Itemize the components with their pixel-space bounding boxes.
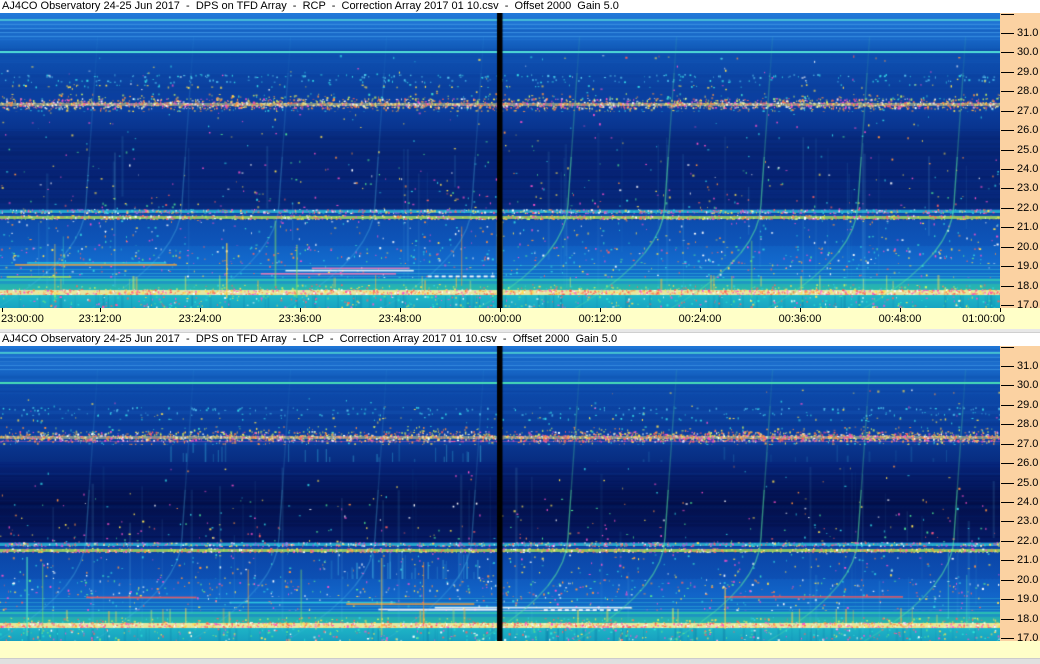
time-tick-label: 00:12:00 xyxy=(578,313,622,325)
freq-tick-label: 27.0 xyxy=(1017,105,1039,117)
rcp-time-axis: 23:00:00 23:12:00 23:24:00 23:36:00 23:48:00… xyxy=(0,308,1040,329)
freq-tick-label: 19.0 xyxy=(1017,593,1039,605)
freq-tick xyxy=(1001,444,1014,445)
freq-tick xyxy=(1001,227,1014,228)
freq-tick-label: 21.0 xyxy=(1017,554,1039,566)
time-tick-label: 23:00:00 xyxy=(1,313,44,325)
freq-tick-label: 28.0 xyxy=(1017,418,1039,430)
freq-tick xyxy=(1001,208,1014,209)
time-tick xyxy=(500,308,501,312)
freq-tick-label: 20.0 xyxy=(1017,574,1039,586)
time-tick xyxy=(200,308,201,312)
rcp-plot-row: 31.0 30.0 29.0 28.0 27.0 26.0 25.0 24.0 23.0 22.0… xyxy=(0,13,1040,311)
freq-tick-label: 19.0 xyxy=(1017,260,1039,272)
freq-tick-label: 29.0 xyxy=(1017,399,1039,411)
freq-tick-label: 31.0 xyxy=(1017,360,1039,372)
freq-tick xyxy=(1001,560,1014,561)
freq-tick xyxy=(1001,52,1014,53)
time-tick xyxy=(1000,308,1001,312)
panel-rcp: AJ4CO Observatory 24-25 Jun 2017 - DPS o… xyxy=(0,0,1040,329)
freq-tick xyxy=(1001,405,1014,406)
freq-tick-label: 22.0 xyxy=(1017,535,1039,547)
lcp-title-bar: AJ4CO Observatory 24-25 Jun 2017 - DPS o… xyxy=(0,333,1040,346)
freq-tick-label: 30.0 xyxy=(1017,379,1039,391)
time-tick-label: 00:00:00 xyxy=(478,313,522,325)
freq-tick xyxy=(1001,188,1014,189)
freq-tick-label: 18.0 xyxy=(1017,613,1039,625)
freq-tick-unlabeled xyxy=(1001,14,1014,15)
freq-tick xyxy=(1001,33,1014,34)
freq-tick xyxy=(1001,463,1014,464)
panel-lcp: AJ4CO Observatory 24-25 Jun 2017 - DPS o… xyxy=(0,333,1040,644)
time-tick-label: 23:48:00 xyxy=(378,313,422,325)
freq-tick xyxy=(1001,541,1014,542)
freq-tick-label: 18.0 xyxy=(1017,280,1039,292)
freq-tick xyxy=(1001,111,1014,112)
freq-tick-unlabeled xyxy=(1001,347,1014,348)
rcp-frequency-axis: 31.0 30.0 29.0 28.0 27.0 26.0 25.0 24.0 23.0 22.0… xyxy=(1000,13,1040,311)
freq-tick xyxy=(1001,169,1014,170)
freq-tick-label: 20.0 xyxy=(1017,241,1039,253)
time-tick xyxy=(900,308,901,312)
freq-tick xyxy=(1001,91,1014,92)
freq-tick xyxy=(1001,599,1014,600)
time-tick xyxy=(800,308,801,312)
freq-tick xyxy=(1001,266,1014,267)
time-tick-label: 00:36:00 xyxy=(778,313,822,325)
rcp-title-bar: AJ4CO Observatory 24-25 Jun 2017 - DPS o… xyxy=(0,0,1040,13)
rcp-spectrogram-canvas[interactable] xyxy=(0,13,1000,308)
time-tick-label: 01:00:00 xyxy=(962,313,1005,325)
freq-tick-label: 17.0 xyxy=(1017,632,1039,644)
bottom-background-strip xyxy=(0,658,1040,664)
time-tick xyxy=(400,308,401,312)
freq-tick-label: 26.0 xyxy=(1017,457,1039,469)
freq-tick xyxy=(1001,424,1014,425)
freq-tick-label: 30.0 xyxy=(1017,46,1039,58)
time-tick-label: 23:24:00 xyxy=(178,313,222,325)
freq-tick xyxy=(1001,366,1014,367)
time-tick xyxy=(2,308,3,312)
freq-tick-label: 22.0 xyxy=(1017,202,1039,214)
freq-tick-label: 25.0 xyxy=(1017,144,1039,156)
freq-tick-label: 26.0 xyxy=(1017,124,1039,136)
time-tick xyxy=(100,308,101,312)
freq-tick-label: 23.0 xyxy=(1017,182,1039,194)
freq-tick xyxy=(1001,72,1014,73)
freq-tick-label: 21.0 xyxy=(1017,221,1039,233)
lcp-spectrogram-canvas[interactable] xyxy=(0,346,1000,641)
freq-tick xyxy=(1001,247,1014,248)
time-tick-label: 00:24:00 xyxy=(678,313,722,325)
freq-tick xyxy=(1001,130,1014,131)
freq-tick-label: 29.0 xyxy=(1017,66,1039,78)
time-tick xyxy=(600,308,601,312)
lcp-frequency-axis: 31.0 30.0 29.0 28.0 27.0 26.0 25.0 24.0 23.0 22.0… xyxy=(1000,346,1040,644)
time-tick-label: 00:48:00 xyxy=(878,313,922,325)
freq-tick-label: 24.0 xyxy=(1017,163,1039,175)
freq-tick xyxy=(1001,580,1014,581)
freq-tick xyxy=(1001,638,1014,639)
freq-tick xyxy=(1001,286,1014,287)
freq-tick-label: 28.0 xyxy=(1017,85,1039,97)
spectrograph-window: AJ4CO Observatory 24-25 Jun 2017 - DPS o… xyxy=(0,0,1040,664)
freq-tick xyxy=(1001,521,1014,522)
freq-tick xyxy=(1001,619,1014,620)
freq-tick xyxy=(1001,385,1014,386)
time-tick xyxy=(300,308,301,312)
lcp-time-axis-cropped xyxy=(0,641,1040,658)
freq-tick xyxy=(1001,305,1014,306)
freq-tick xyxy=(1001,483,1014,484)
freq-tick-label: 31.0 xyxy=(1017,27,1039,39)
freq-tick-label: 27.0 xyxy=(1017,438,1039,450)
time-tick-label: 23:12:00 xyxy=(78,313,122,325)
freq-tick-label: 23.0 xyxy=(1017,515,1039,527)
time-tick xyxy=(700,308,701,312)
lcp-plot-row: 31.0 30.0 29.0 28.0 27.0 26.0 25.0 24.0 23.0 22.0… xyxy=(0,346,1040,644)
time-tick-label: 23:36:00 xyxy=(278,313,322,325)
freq-tick-label: 25.0 xyxy=(1017,477,1039,489)
freq-tick-label: 24.0 xyxy=(1017,496,1039,508)
freq-tick xyxy=(1001,502,1014,503)
freq-tick xyxy=(1001,150,1014,151)
